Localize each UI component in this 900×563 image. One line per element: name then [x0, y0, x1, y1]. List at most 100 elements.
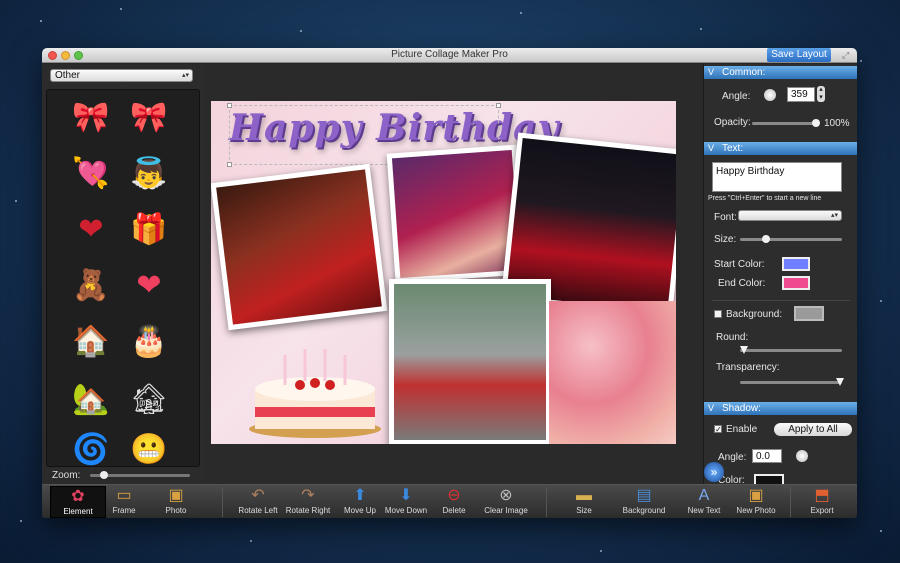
element-bow[interactable]: 🎀 [71, 98, 111, 138]
toolbar-divider [546, 487, 547, 517]
house-icon: 🏠 [72, 325, 110, 358]
element-house[interactable]: 🏠 [71, 322, 111, 362]
round-slider-knob[interactable] [740, 346, 748, 354]
category-value: Other [55, 70, 81, 81]
category-select[interactable]: Other ▴▾ [50, 69, 193, 82]
rotate-left-label: Rotate Left [238, 506, 278, 515]
element-heart[interactable]: ❤ [129, 266, 169, 306]
new-photo-button[interactable]: ▣ New Photo [728, 486, 784, 518]
zoom-slider[interactable] [90, 471, 190, 479]
export-icon: ⬒ [814, 487, 830, 504]
element-red-house[interactable]: 🏡 [71, 380, 111, 420]
gray-house-icon: 🏚 [129, 383, 169, 416]
frame-tab-button[interactable]: ▭ Frame [96, 486, 152, 518]
element-cake[interactable]: 🎂 [129, 322, 169, 362]
shadow-color-swatch[interactable] [754, 474, 784, 484]
start-color-label: Start Color: [714, 259, 765, 270]
cake-sticker[interactable] [245, 341, 385, 439]
collapse-chevron-icon: V [708, 143, 715, 153]
element-winged-heart[interactable]: ❤ [71, 210, 111, 250]
end-color-label: End Color: [718, 278, 766, 289]
photo-santa-group[interactable] [211, 163, 388, 331]
rotate-left-button[interactable]: ↶ Rotate Left [230, 486, 286, 518]
common-header-label: Common: [722, 67, 766, 78]
size-label: Size [576, 506, 592, 515]
element-heart-arrow[interactable]: 💘 [71, 154, 111, 194]
text-header-label: Text: [722, 143, 744, 154]
save-layout-button[interactable]: Save Layout [767, 48, 831, 62]
photo-tab-label: Photo [165, 506, 187, 515]
resize-handle[interactable] [496, 103, 501, 108]
opacity-slider[interactable] [752, 119, 820, 127]
background-checkbox[interactable] [714, 310, 722, 318]
divider [712, 300, 850, 301]
shadow-angle-input[interactable]: 0.0 [752, 449, 782, 463]
resize-handle[interactable] [227, 162, 232, 167]
round-label: Round: [716, 332, 749, 343]
zoom-slider-knob[interactable] [100, 471, 108, 479]
apply-to-all-button[interactable]: Apply to All [774, 423, 852, 436]
rotate-right-button[interactable]: ↷ Rotate Right [280, 486, 336, 518]
shadow-angle-dial[interactable] [796, 450, 808, 462]
size-button[interactable]: ▬ Size [556, 486, 612, 518]
red-bow-icon: 🎀 [130, 101, 168, 134]
heart-icon: ❤ [136, 269, 162, 302]
element-gift[interactable]: 🎁 [129, 210, 169, 250]
size-label: Size: [714, 234, 737, 245]
background-color-swatch[interactable] [794, 306, 824, 321]
background-button[interactable]: ▤ Background [616, 486, 672, 518]
start-color-swatch[interactable] [782, 257, 810, 271]
expand-panel-icon[interactable]: » [704, 462, 724, 482]
shadow-header-label: Shadow: [722, 403, 761, 414]
fullscreen-icon[interactable]: ⤢ [842, 51, 851, 60]
collage-canvas[interactable]: Happy Birthday [211, 101, 676, 444]
teddy-bear-icon: 🧸 [72, 269, 110, 302]
delete-icon: ⊖ [447, 487, 461, 504]
element-smiley[interactable]: 😬 [129, 430, 169, 466]
frame-icon: ▭ [116, 487, 132, 504]
text-content-input[interactable]: Happy Birthday [712, 162, 842, 192]
font-select[interactable]: ▴▾ [738, 210, 842, 221]
shadow-enable-checkbox[interactable]: ✓ [714, 425, 722, 434]
new-text-button[interactable]: A New Text [676, 486, 732, 518]
move-down-label: Move Down [384, 506, 428, 515]
photo-icon: ▣ [168, 487, 184, 504]
element-gray-house[interactable]: 🏚 [129, 380, 169, 420]
red-house-icon: 🏡 [72, 383, 110, 416]
size-slider-knob[interactable] [762, 235, 770, 243]
text-section-header[interactable]: V Text: [704, 142, 857, 155]
collapse-chevron-icon: V [708, 67, 715, 77]
delete-button[interactable]: ⊖ Delete [426, 486, 482, 518]
element-teddy-bear[interactable]: 🧸 [71, 266, 111, 306]
clear-image-button[interactable]: ⊗ Clear Image [478, 486, 534, 518]
santa-group-image [216, 169, 382, 325]
element-windmill[interactable]: 🌀 [71, 430, 111, 466]
angle-dial[interactable] [764, 89, 776, 101]
angle-input[interactable]: 359 [787, 87, 815, 102]
element-red-bow[interactable]: 🎀 [129, 98, 169, 138]
new-photo-icon: ▣ [748, 487, 764, 504]
photo-roses[interactable] [549, 301, 676, 444]
cake-icon: 🎂 [130, 325, 168, 358]
photo-street-santa[interactable] [389, 279, 551, 444]
rotate-right-label: Rotate Right [285, 506, 331, 515]
transparency-slider[interactable] [740, 378, 844, 386]
resize-handle[interactable] [227, 103, 232, 108]
round-slider[interactable] [740, 346, 842, 354]
clear-image-icon: ⊗ [499, 487, 513, 504]
photo-tab-button[interactable]: ▣ Photo [148, 486, 204, 518]
font-label: Font: [714, 212, 737, 223]
end-color-swatch[interactable] [782, 276, 810, 290]
common-section-header[interactable]: V Common: [704, 66, 857, 79]
shadow-enable-label: Enable [726, 424, 758, 435]
opacity-slider-knob[interactable] [812, 119, 820, 127]
shadow-section-header[interactable]: V Shadow: [704, 402, 857, 415]
angle-stepper[interactable]: ▴ ▾ [817, 86, 825, 102]
export-button[interactable]: ⬒ Export [794, 486, 850, 518]
element-cupid[interactable]: 👼 [129, 154, 169, 194]
new-text-label: New Text [687, 506, 721, 515]
size-slider[interactable] [740, 235, 842, 243]
delete-label: Delete [442, 506, 466, 515]
transparency-slider-knob[interactable] [836, 378, 844, 386]
bottom-toolbar: ✿ Element ▭ Frame ▣ Photo ↶ Rotate Left … [42, 484, 857, 518]
